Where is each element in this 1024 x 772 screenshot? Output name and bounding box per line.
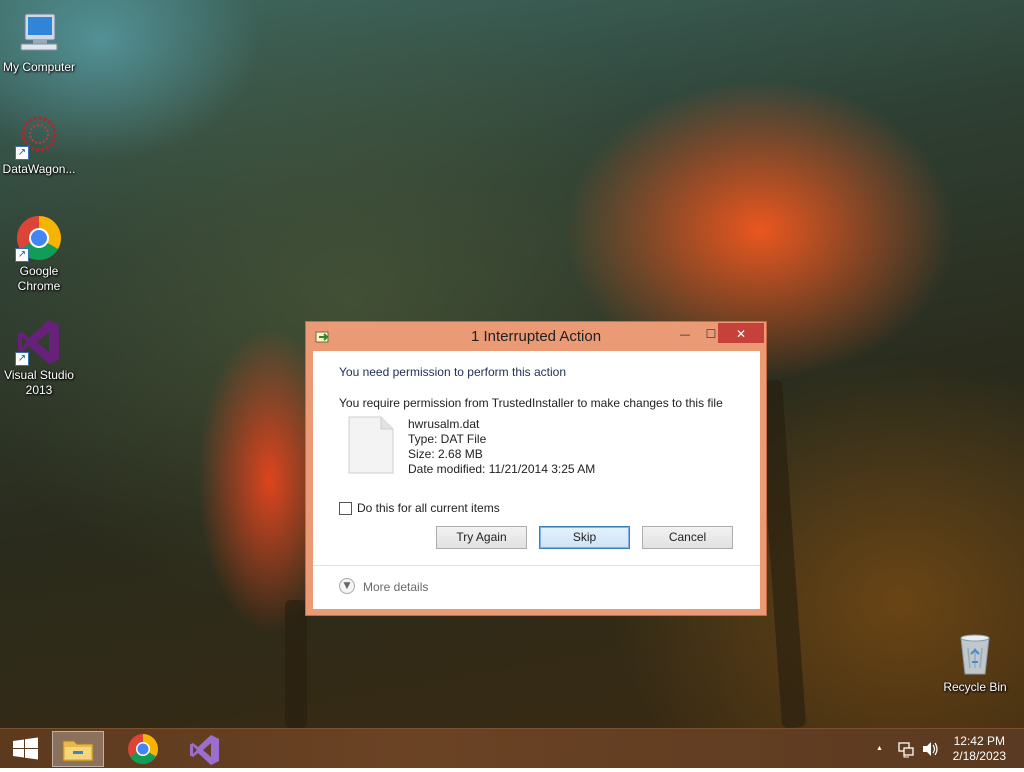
- apply-to-all-checkbox[interactable]: [339, 502, 352, 515]
- windows-logo-icon: [13, 737, 38, 760]
- skip-button[interactable]: Skip: [539, 526, 630, 549]
- desktop-icon-label: DataWagon...: [2, 162, 76, 176]
- file-size: Size: 2.68 MB: [408, 447, 483, 461]
- apply-to-all-label[interactable]: Do this for all current items: [357, 501, 500, 515]
- chrome-icon: [128, 734, 158, 765]
- desktop-icon-datawagon[interactable]: ↗ DataWagon...: [0, 112, 78, 177]
- interrupted-action-dialog: 1 Interrupted Action — ☐ ✕ You need perm…: [305, 321, 767, 616]
- network-icon[interactable]: [897, 729, 915, 769]
- wallpaper-stem: [285, 600, 307, 728]
- chevron-down-icon[interactable]: ▼: [339, 578, 355, 594]
- chevron-up-icon: ▲: [876, 745, 883, 752]
- maximize-icon: ☐: [705, 327, 717, 341]
- clock-date: 2/18/2023: [952, 749, 1006, 763]
- more-details-link[interactable]: More details: [363, 580, 428, 594]
- try-again-button[interactable]: Try Again: [436, 526, 527, 549]
- visual-studio-icon: [190, 735, 219, 765]
- desktop-icon-label: Recycle Bin: [943, 680, 1007, 694]
- start-button[interactable]: [0, 731, 52, 767]
- permission-message: You need permission to perform this acti…: [339, 365, 567, 379]
- close-icon: ✕: [735, 327, 747, 341]
- file-type: Type: DAT File: [408, 432, 487, 446]
- minimize-icon: —: [679, 328, 691, 341]
- taskbar-chrome[interactable]: [117, 731, 169, 767]
- permission-detail: You require permission from TrustedInsta…: [339, 396, 723, 410]
- cancel-button[interactable]: Cancel: [642, 526, 733, 549]
- clock-time: 12:42 PM: [953, 734, 1005, 748]
- file-explorer-icon: [62, 740, 94, 762]
- datawagon-icon: ↗: [15, 112, 63, 160]
- desktop-icon-google-chrome[interactable]: ↗ Google Chrome: [0, 214, 78, 294]
- minimize-button[interactable]: —: [672, 323, 698, 343]
- desktop-icon-visual-studio-2013[interactable]: ↗ Visual Studio 2013: [0, 318, 78, 398]
- my-computer-icon: [15, 10, 63, 58]
- file-icon: [348, 416, 394, 474]
- desktop-icon-recycle-bin[interactable]: Recycle Bin: [936, 630, 1014, 695]
- desktop-icon-my-computer[interactable]: My Computer: [0, 10, 78, 75]
- desktop-icon-label: Google Chrome: [17, 264, 61, 293]
- recycle-bin-icon: [951, 630, 999, 678]
- shortcut-arrow-icon: ↗: [15, 352, 29, 366]
- file-name: hwrusalm.dat: [408, 417, 480, 431]
- desktop-icon-label: My Computer: [2, 60, 76, 74]
- system-clock[interactable]: 12:42 PM 2/18/2023: [953, 734, 1006, 764]
- file-date-modified: Date modified: 11/21/2014 3:25 AM: [408, 462, 596, 476]
- more-details-bar: ▼ More details: [313, 565, 760, 609]
- shortcut-arrow-icon: ↗: [15, 248, 29, 262]
- show-hidden-icons-button[interactable]: ▲: [876, 729, 886, 769]
- dialog-body: You need permission to perform this acti…: [313, 351, 760, 609]
- desktop-icon-label: Visual Studio 2013: [4, 368, 74, 397]
- visual-studio-2013-icon: ↗: [15, 318, 63, 366]
- taskbar-file-explorer[interactable]: [52, 731, 104, 767]
- volume-icon[interactable]: [920, 729, 940, 769]
- taskbar: ▲ 12:42 PM 2/18/2023: [0, 728, 1024, 768]
- close-button[interactable]: ✕: [718, 323, 764, 343]
- dialog-titlebar[interactable]: 1 Interrupted Action — ☐ ✕: [306, 322, 766, 351]
- google-chrome-icon: ↗: [15, 214, 63, 262]
- taskbar-visual-studio[interactable]: [178, 731, 230, 767]
- shortcut-arrow-icon: ↗: [15, 146, 29, 160]
